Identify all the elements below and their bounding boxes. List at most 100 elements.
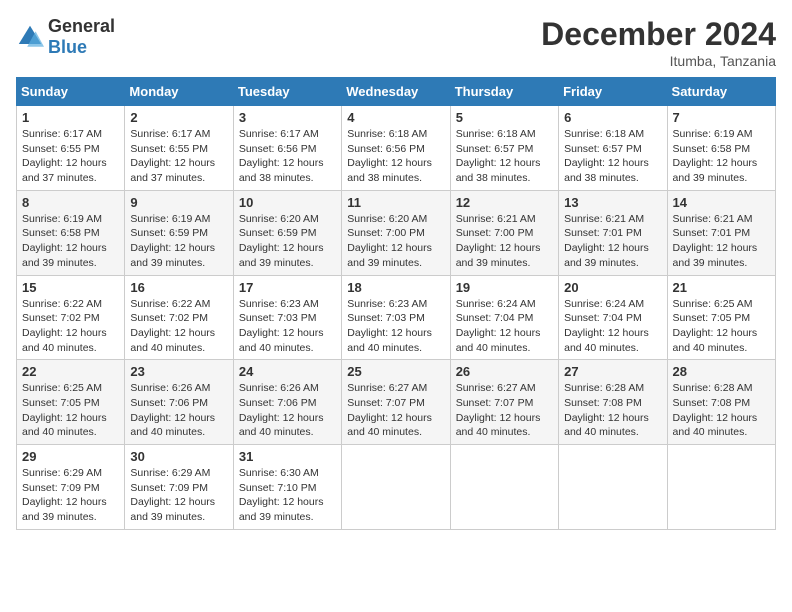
- day-info: Sunrise: 6:23 AM Sunset: 7:03 PM Dayligh…: [347, 297, 444, 356]
- empty-cell: [667, 445, 775, 530]
- day-info: Sunrise: 6:29 AM Sunset: 7:09 PM Dayligh…: [130, 466, 227, 525]
- month-title: December 2024: [541, 16, 776, 53]
- calendar-day-cell: 9 Sunrise: 6:19 AM Sunset: 6:59 PM Dayli…: [125, 190, 233, 275]
- title-area: December 2024 Itumba, Tanzania: [541, 16, 776, 69]
- calendar-day-cell: 24 Sunrise: 6:26 AM Sunset: 7:06 PM Dayl…: [233, 360, 341, 445]
- calendar-day-cell: 13 Sunrise: 6:21 AM Sunset: 7:01 PM Dayl…: [559, 190, 667, 275]
- calendar-day-cell: 18 Sunrise: 6:23 AM Sunset: 7:03 PM Dayl…: [342, 275, 450, 360]
- calendar-day-cell: 5 Sunrise: 6:18 AM Sunset: 6:57 PM Dayli…: [450, 106, 558, 191]
- day-number: 17: [239, 280, 336, 295]
- day-number: 23: [130, 364, 227, 379]
- calendar-day-cell: 31 Sunrise: 6:30 AM Sunset: 7:10 PM Dayl…: [233, 445, 341, 530]
- calendar-day-cell: 29 Sunrise: 6:29 AM Sunset: 7:09 PM Dayl…: [17, 445, 125, 530]
- day-number: 20: [564, 280, 661, 295]
- day-number: 24: [239, 364, 336, 379]
- day-number: 27: [564, 364, 661, 379]
- day-info: Sunrise: 6:21 AM Sunset: 7:01 PM Dayligh…: [673, 212, 770, 271]
- day-number: 12: [456, 195, 553, 210]
- calendar-day-cell: 28 Sunrise: 6:28 AM Sunset: 7:08 PM Dayl…: [667, 360, 775, 445]
- day-info: Sunrise: 6:18 AM Sunset: 6:56 PM Dayligh…: [347, 127, 444, 186]
- logo-text: General Blue: [48, 16, 115, 58]
- day-number: 28: [673, 364, 770, 379]
- calendar-day-cell: 6 Sunrise: 6:18 AM Sunset: 6:57 PM Dayli…: [559, 106, 667, 191]
- day-number: 8: [22, 195, 119, 210]
- day-info: Sunrise: 6:17 AM Sunset: 6:55 PM Dayligh…: [22, 127, 119, 186]
- day-number: 9: [130, 195, 227, 210]
- col-monday: Monday: [125, 78, 233, 106]
- calendar-row: 1 Sunrise: 6:17 AM Sunset: 6:55 PM Dayli…: [17, 106, 776, 191]
- calendar-day-cell: 15 Sunrise: 6:22 AM Sunset: 7:02 PM Dayl…: [17, 275, 125, 360]
- calendar-day-cell: 26 Sunrise: 6:27 AM Sunset: 7:07 PM Dayl…: [450, 360, 558, 445]
- day-info: Sunrise: 6:21 AM Sunset: 7:00 PM Dayligh…: [456, 212, 553, 271]
- empty-cell: [342, 445, 450, 530]
- day-number: 6: [564, 110, 661, 125]
- day-number: 15: [22, 280, 119, 295]
- calendar-day-cell: 23 Sunrise: 6:26 AM Sunset: 7:06 PM Dayl…: [125, 360, 233, 445]
- col-saturday: Saturday: [667, 78, 775, 106]
- calendar-row: 15 Sunrise: 6:22 AM Sunset: 7:02 PM Dayl…: [17, 275, 776, 360]
- day-number: 14: [673, 195, 770, 210]
- calendar-day-cell: 12 Sunrise: 6:21 AM Sunset: 7:00 PM Dayl…: [450, 190, 558, 275]
- day-info: Sunrise: 6:21 AM Sunset: 7:01 PM Dayligh…: [564, 212, 661, 271]
- calendar-day-cell: 21 Sunrise: 6:25 AM Sunset: 7:05 PM Dayl…: [667, 275, 775, 360]
- day-info: Sunrise: 6:27 AM Sunset: 7:07 PM Dayligh…: [347, 381, 444, 440]
- calendar-day-cell: 8 Sunrise: 6:19 AM Sunset: 6:58 PM Dayli…: [17, 190, 125, 275]
- day-info: Sunrise: 6:20 AM Sunset: 6:59 PM Dayligh…: [239, 212, 336, 271]
- calendar-day-cell: 17 Sunrise: 6:23 AM Sunset: 7:03 PM Dayl…: [233, 275, 341, 360]
- day-number: 7: [673, 110, 770, 125]
- day-info: Sunrise: 6:26 AM Sunset: 7:06 PM Dayligh…: [239, 381, 336, 440]
- calendar-day-cell: 10 Sunrise: 6:20 AM Sunset: 6:59 PM Dayl…: [233, 190, 341, 275]
- day-info: Sunrise: 6:22 AM Sunset: 7:02 PM Dayligh…: [130, 297, 227, 356]
- day-info: Sunrise: 6:18 AM Sunset: 6:57 PM Dayligh…: [456, 127, 553, 186]
- day-info: Sunrise: 6:19 AM Sunset: 6:58 PM Dayligh…: [673, 127, 770, 186]
- day-info: Sunrise: 6:26 AM Sunset: 7:06 PM Dayligh…: [130, 381, 227, 440]
- logo-general: General: [48, 16, 115, 36]
- day-number: 30: [130, 449, 227, 464]
- day-info: Sunrise: 6:18 AM Sunset: 6:57 PM Dayligh…: [564, 127, 661, 186]
- calendar-day-cell: 16 Sunrise: 6:22 AM Sunset: 7:02 PM Dayl…: [125, 275, 233, 360]
- day-number: 21: [673, 280, 770, 295]
- day-info: Sunrise: 6:22 AM Sunset: 7:02 PM Dayligh…: [22, 297, 119, 356]
- day-info: Sunrise: 6:17 AM Sunset: 6:56 PM Dayligh…: [239, 127, 336, 186]
- day-info: Sunrise: 6:25 AM Sunset: 7:05 PM Dayligh…: [673, 297, 770, 356]
- day-info: Sunrise: 6:20 AM Sunset: 7:00 PM Dayligh…: [347, 212, 444, 271]
- day-info: Sunrise: 6:29 AM Sunset: 7:09 PM Dayligh…: [22, 466, 119, 525]
- day-number: 10: [239, 195, 336, 210]
- day-info: Sunrise: 6:24 AM Sunset: 7:04 PM Dayligh…: [564, 297, 661, 356]
- col-sunday: Sunday: [17, 78, 125, 106]
- day-number: 31: [239, 449, 336, 464]
- day-number: 22: [22, 364, 119, 379]
- empty-cell: [559, 445, 667, 530]
- calendar-row: 29 Sunrise: 6:29 AM Sunset: 7:09 PM Dayl…: [17, 445, 776, 530]
- calendar-day-cell: 14 Sunrise: 6:21 AM Sunset: 7:01 PM Dayl…: [667, 190, 775, 275]
- calendar-day-cell: 3 Sunrise: 6:17 AM Sunset: 6:56 PM Dayli…: [233, 106, 341, 191]
- day-info: Sunrise: 6:27 AM Sunset: 7:07 PM Dayligh…: [456, 381, 553, 440]
- calendar-day-cell: 2 Sunrise: 6:17 AM Sunset: 6:55 PM Dayli…: [125, 106, 233, 191]
- calendar-row: 8 Sunrise: 6:19 AM Sunset: 6:58 PM Dayli…: [17, 190, 776, 275]
- day-info: Sunrise: 6:28 AM Sunset: 7:08 PM Dayligh…: [673, 381, 770, 440]
- day-info: Sunrise: 6:19 AM Sunset: 6:59 PM Dayligh…: [130, 212, 227, 271]
- day-info: Sunrise: 6:24 AM Sunset: 7:04 PM Dayligh…: [456, 297, 553, 356]
- day-number: 13: [564, 195, 661, 210]
- calendar-row: 22 Sunrise: 6:25 AM Sunset: 7:05 PM Dayl…: [17, 360, 776, 445]
- page-header: General Blue December 2024 Itumba, Tanza…: [16, 16, 776, 69]
- calendar-header-row: Sunday Monday Tuesday Wednesday Thursday…: [17, 78, 776, 106]
- logo-icon: [16, 23, 44, 51]
- day-info: Sunrise: 6:28 AM Sunset: 7:08 PM Dayligh…: [564, 381, 661, 440]
- calendar-table: Sunday Monday Tuesday Wednesday Thursday…: [16, 77, 776, 530]
- logo: General Blue: [16, 16, 115, 58]
- day-number: 3: [239, 110, 336, 125]
- col-friday: Friday: [559, 78, 667, 106]
- col-thursday: Thursday: [450, 78, 558, 106]
- calendar-day-cell: 11 Sunrise: 6:20 AM Sunset: 7:00 PM Dayl…: [342, 190, 450, 275]
- calendar-day-cell: 27 Sunrise: 6:28 AM Sunset: 7:08 PM Dayl…: [559, 360, 667, 445]
- day-number: 5: [456, 110, 553, 125]
- day-number: 16: [130, 280, 227, 295]
- calendar-day-cell: 20 Sunrise: 6:24 AM Sunset: 7:04 PM Dayl…: [559, 275, 667, 360]
- day-number: 26: [456, 364, 553, 379]
- day-number: 25: [347, 364, 444, 379]
- day-number: 29: [22, 449, 119, 464]
- col-tuesday: Tuesday: [233, 78, 341, 106]
- calendar-day-cell: 7 Sunrise: 6:19 AM Sunset: 6:58 PM Dayli…: [667, 106, 775, 191]
- calendar-day-cell: 25 Sunrise: 6:27 AM Sunset: 7:07 PM Dayl…: [342, 360, 450, 445]
